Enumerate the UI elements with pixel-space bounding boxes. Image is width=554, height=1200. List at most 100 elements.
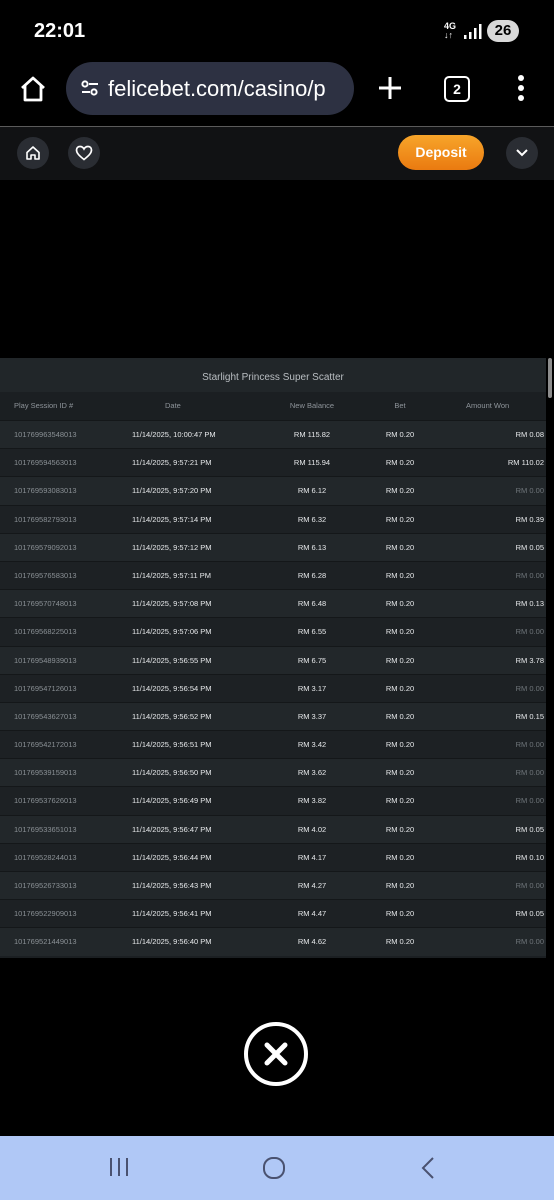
session-id-cell: 101769570748013	[14, 599, 77, 609]
bet-cell: RM 0.20	[385, 852, 415, 862]
amount-won-cell: RM 0.00	[515, 937, 544, 947]
bet-cell: RM 0.20	[385, 570, 415, 580]
date-cell: 11/14/2025, 9:56:50 PM	[132, 768, 212, 778]
site-home-button[interactable]	[17, 137, 49, 169]
balance-cell: RM 4.02	[297, 824, 327, 834]
bet-cell: RM 0.20	[385, 796, 415, 806]
date-cell: 11/14/2025, 9:57:06 PM	[132, 627, 212, 637]
expand-button[interactable]	[506, 137, 538, 169]
date-cell: 11/14/2025, 9:56:49 PM	[132, 796, 212, 806]
date-cell: 11/14/2025, 9:56:43 PM	[132, 881, 212, 890]
scrollbar[interactable]	[548, 358, 552, 398]
table-row: 101769543627013 11/14/2025, 9:56:52 PM RM …	[0, 701, 546, 731]
balance-cell: RM 3.42	[297, 740, 327, 750]
plus-icon[interactable]	[376, 74, 404, 102]
date-cell: 11/14/2025, 9:56:55 PM	[132, 655, 212, 665]
bet-cell: RM 0.20	[385, 740, 415, 750]
bet-cell: RM 0.20	[385, 430, 415, 439]
recents-icon[interactable]	[108, 1156, 130, 1178]
balance-cell: RM 6.12	[297, 486, 327, 496]
game-title: Starlight Princess Super Scatter	[0, 358, 546, 392]
home-icon	[26, 146, 40, 160]
favorite-button[interactable]	[68, 137, 100, 169]
bet-cell: RM 0.20	[385, 655, 415, 665]
deposit-button[interactable]: Deposit	[398, 135, 484, 170]
system-nav-bar	[0, 1136, 554, 1200]
date-cell: 11/14/2025, 9:57:08 PM	[132, 599, 212, 609]
table-row: 101769594563013 11/14/2025, 9:57:21 PM RM …	[0, 448, 546, 477]
column-date: Date	[165, 401, 181, 410]
amount-won-cell: RM 0.39	[515, 514, 544, 524]
date-cell: 11/14/2025, 9:57:20 PM	[132, 486, 212, 496]
column-new-balance: New Balance	[289, 401, 335, 410]
session-id-cell: 101769533651013	[14, 824, 77, 834]
more-vert-icon[interactable]	[514, 74, 528, 102]
address-bar[interactable]: felicebet.com/casino/p	[66, 62, 354, 115]
url-text[interactable]: felicebet.com/casino/p	[108, 76, 326, 102]
back-icon[interactable]	[420, 1156, 436, 1180]
table-row: 101769548939013 11/14/2025, 9:56:55 PM RM …	[0, 645, 546, 674]
amount-won-cell: RM 0.08	[515, 430, 544, 439]
session-id-cell: 101769576583013	[14, 570, 77, 580]
session-id-cell: 101769521449013	[14, 937, 77, 947]
bet-cell: RM 0.20	[385, 683, 415, 693]
table-row: 101769568225013 11/14/2025, 9:57:06 PM RM …	[0, 617, 546, 646]
balance-cell: RM 4.62	[297, 937, 327, 947]
chevron-down-icon	[516, 149, 528, 157]
table-row: 101769539159013 11/14/2025, 9:56:50 PM RM …	[0, 758, 546, 787]
date-cell: 11/14/2025, 9:56:54 PM	[132, 683, 212, 693]
table-header: Play Session ID # Date New Balance Bet A…	[0, 392, 546, 420]
amount-won-cell: RM 0.13	[515, 599, 544, 609]
session-id-cell: 101769537626013	[14, 796, 77, 806]
amount-won-cell: RM 0.00	[515, 627, 544, 637]
tune-icon[interactable]	[80, 78, 100, 98]
battery-indicator: 26	[487, 20, 519, 42]
status-time: 22:01	[34, 20, 86, 42]
amount-won-cell: RM 0.05	[515, 909, 544, 919]
session-id-cell: 101769526733013	[14, 881, 77, 890]
session-id-cell: 101769528244013	[14, 852, 77, 862]
bet-cell: RM 0.20	[385, 542, 415, 552]
bet-cell: RM 0.20	[385, 881, 415, 890]
network-indicator: 4G ↓↑	[444, 22, 456, 40]
nav-home-icon[interactable]	[262, 1156, 286, 1180]
session-id-cell: 101769582793013	[14, 514, 77, 524]
table-row: 101769522909013 11/14/2025, 9:56:41 PM RM …	[0, 899, 546, 928]
tabs-icon[interactable]: 2	[444, 76, 470, 102]
column-session-id: Play Session ID #	[14, 401, 74, 410]
date-cell: 11/14/2025, 9:56:51 PM	[132, 740, 212, 750]
date-cell: 11/14/2025, 9:56:44 PM	[132, 852, 212, 862]
bet-cell: RM 0.20	[385, 711, 415, 721]
data-arrows-icon: ↓↑	[444, 30, 453, 40]
balance-cell: RM 6.48	[297, 599, 327, 609]
date-cell: 11/14/2025, 10:00:47 PM	[132, 430, 216, 439]
date-cell: 11/14/2025, 9:57:11 PM	[132, 570, 211, 580]
date-cell: 11/14/2025, 9:57:14 PM	[132, 514, 212, 524]
session-id-cell: 101769542172013	[14, 740, 77, 750]
date-cell: 11/14/2025, 9:56:52 PM	[132, 711, 212, 721]
session-id-cell: 101769568225013	[14, 627, 77, 637]
balance-cell: RM 3.17	[297, 683, 327, 693]
session-id-cell: 101769522909013	[14, 909, 77, 919]
signal-icon	[464, 24, 482, 39]
session-id-cell: 101769547126013	[14, 683, 77, 693]
close-button[interactable]	[244, 1022, 308, 1086]
amount-won-cell: RM 3.78	[515, 655, 544, 665]
table-row: 101769570748013 11/14/2025, 9:57:08 PM RM …	[0, 589, 546, 618]
amount-won-cell: RM 0.05	[515, 542, 544, 552]
table-row: 101769537626013 11/14/2025, 9:56:49 PM RM …	[0, 786, 546, 815]
balance-cell: RM 115.94	[293, 458, 331, 468]
session-id-cell: 101769579092013	[14, 542, 77, 552]
balance-cell: RM 4.47	[297, 909, 327, 919]
table-row: 101769582793013 11/14/2025, 9:57:14 PM RM …	[0, 504, 546, 533]
balance-cell: RM 6.55	[297, 627, 327, 637]
heart-icon	[75, 145, 93, 161]
balance-cell: RM 3.82	[297, 796, 327, 806]
session-id-cell: 101769548939013	[14, 655, 77, 665]
date-cell: 11/14/2025, 9:56:47 PM	[132, 824, 212, 834]
session-id-cell: 101769539159013	[14, 768, 77, 778]
table-row: 101769528244013 11/14/2025, 9:56:44 PM RM …	[0, 842, 546, 871]
balance-cell: RM 3.62	[297, 768, 327, 778]
home-icon[interactable]	[18, 74, 48, 104]
amount-won-cell: RM 0.00	[515, 486, 544, 496]
